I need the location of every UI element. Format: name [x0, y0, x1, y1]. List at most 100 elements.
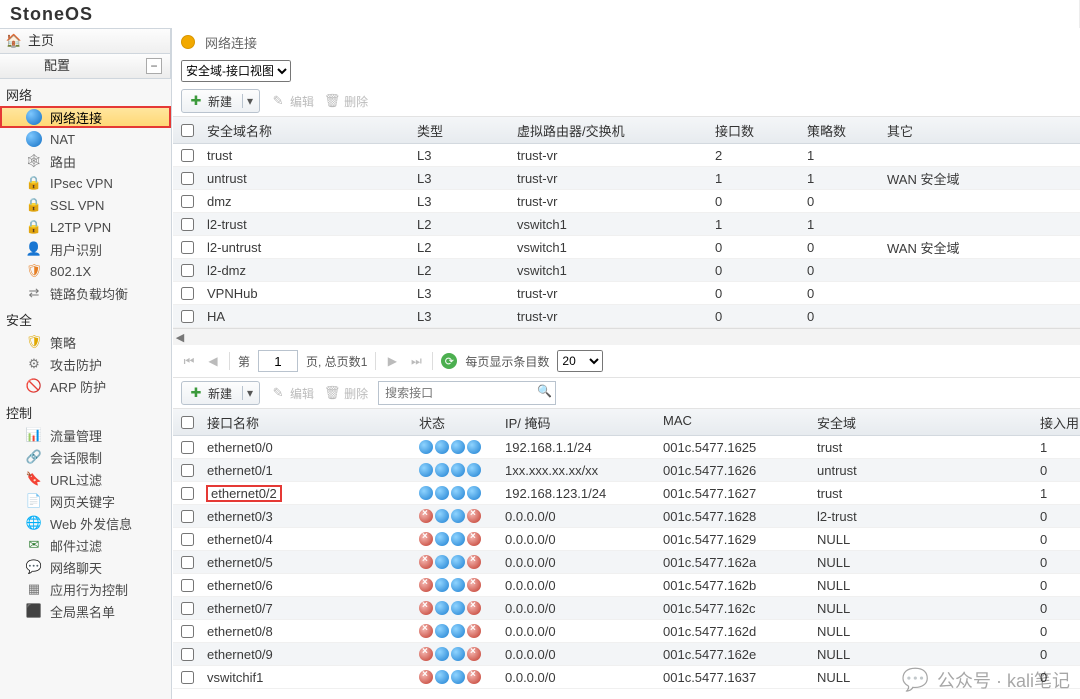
col-state[interactable]: 状态	[413, 409, 499, 435]
sidebar-item-nat[interactable]: NAT	[0, 128, 171, 150]
table-row[interactable]: ethernet0/50.0.0.0/0001c.5477.162aNULL0	[173, 551, 1080, 574]
table-row[interactable]: ethernet0/40.0.0.0/0001c.5477.1629NULL0	[173, 528, 1080, 551]
page-first-icon[interactable]: ⏮	[181, 353, 197, 369]
cell-ip: 0.0.0.0/0	[499, 620, 657, 643]
row-checkbox[interactable]	[181, 533, 194, 546]
search-input[interactable]	[378, 381, 556, 405]
sidebar-item-webout[interactable]: 🌐Web 外发信息	[0, 512, 171, 534]
page-last-icon[interactable]: ⏭	[408, 353, 424, 369]
row-checkbox[interactable]	[181, 671, 194, 684]
col-policy-count[interactable]: 策略数	[801, 117, 881, 143]
col-zone-name[interactable]: 安全域名称	[201, 117, 411, 143]
table-row[interactable]: dmzL3trust-vr00	[173, 190, 1080, 213]
sidebar-item-sslvpn[interactable]: 🔒SSL VPN	[0, 194, 171, 216]
row-checkbox[interactable]	[181, 172, 194, 185]
col-access[interactable]: 接入用	[1034, 409, 1080, 435]
sidebar-home[interactable]: 🏠 主页	[0, 28, 171, 54]
edit-button-2[interactable]: ✎ 编辑	[270, 385, 314, 402]
dropdown-caret-icon[interactable]: ▾	[242, 386, 257, 400]
page-input[interactable]	[258, 350, 298, 372]
col-other[interactable]: 其它	[881, 117, 1080, 143]
table-row[interactable]: HAL3trust-vr00	[173, 305, 1080, 328]
row-checkbox[interactable]	[181, 241, 194, 254]
page-prev-icon[interactable]: ◀	[205, 353, 221, 369]
row-checkbox[interactable]	[181, 287, 194, 300]
table-row[interactable]: vswitchif10.0.0.0/0001c.5477.1637NULL0	[173, 666, 1080, 689]
row-checkbox[interactable]	[181, 464, 194, 477]
new-button[interactable]: ✚ 新建 ▾	[181, 89, 260, 113]
sidebar-item-webkey[interactable]: 📄网页关键字	[0, 490, 171, 512]
col-if-count[interactable]: 接口数	[709, 117, 801, 143]
status-icon	[467, 578, 481, 592]
sidebar-item-ipsec[interactable]: 🔒IPsec VPN	[0, 172, 171, 194]
col-ip[interactable]: IP/ 掩码	[499, 409, 657, 435]
status-icons	[419, 647, 493, 661]
select-all-checkbox-2[interactable]	[181, 416, 194, 429]
sidebar-item-route[interactable]: 🕸路由	[0, 150, 171, 172]
sidebar-item-appctl[interactable]: ▦应用行为控制	[0, 578, 171, 600]
row-checkbox[interactable]	[181, 625, 194, 638]
row-checkbox[interactable]	[181, 310, 194, 323]
row-checkbox[interactable]	[181, 149, 194, 162]
row-checkbox[interactable]	[181, 602, 194, 615]
sidebar-item-net-conn[interactable]: 网络连接	[0, 106, 171, 128]
select-all-checkbox[interactable]	[181, 124, 194, 137]
table-row[interactable]: ethernet0/30.0.0.0/0001c.5477.1628l2-tru…	[173, 505, 1080, 528]
table-row[interactable]: ethernet0/80.0.0.0/0001c.5477.162dNULL0	[173, 620, 1080, 643]
row-checkbox[interactable]	[181, 264, 194, 277]
sidebar-item-mail[interactable]: ✉邮件过滤	[0, 534, 171, 556]
scroll-left-icon[interactable]: ◀	[173, 331, 187, 344]
col-type[interactable]: 类型	[411, 117, 511, 143]
col-if-name[interactable]: 接口名称	[201, 409, 413, 435]
col-vrouter[interactable]: 虚拟路由器/交换机	[511, 117, 709, 143]
delete-button[interactable]: 🗑 删除	[324, 93, 368, 110]
search-icon[interactable]: 🔍	[537, 384, 552, 398]
sidebar-configure[interactable]: 配置 −	[0, 54, 171, 79]
col-mac[interactable]: MAC	[657, 409, 811, 435]
sidebar-item-arp[interactable]: 🚫ARP 防护	[0, 375, 171, 397]
sidebar-item-blk[interactable]: ⬛全局黑名单	[0, 600, 171, 622]
sidebar-item-traffic[interactable]: 📊流量管理	[0, 424, 171, 446]
row-checkbox[interactable]	[181, 556, 194, 569]
sidebar-item-chat[interactable]: 💬网络聊天	[0, 556, 171, 578]
row-checkbox[interactable]	[181, 487, 194, 500]
collapse-icon[interactable]: −	[146, 58, 162, 74]
sidebar-item-llb[interactable]: ⇄链路负载均衡	[0, 282, 171, 304]
row-checkbox[interactable]	[181, 441, 194, 454]
row-checkbox[interactable]	[181, 195, 194, 208]
status-icon	[467, 532, 481, 546]
zone-scrollbar[interactable]: ◀	[173, 328, 1080, 345]
view-select[interactable]: 安全域-接口视图	[181, 60, 291, 82]
table-row[interactable]: ethernet0/11xx.xxx.xx.xx/xx001c.5477.162…	[173, 459, 1080, 482]
sidebar-item-session[interactable]: 🔗会话限制	[0, 446, 171, 468]
table-row[interactable]: l2-untrustL2vswitch100WAN 安全域	[173, 236, 1080, 259]
table-row[interactable]: untrustL3trust-vr11WAN 安全域	[173, 167, 1080, 190]
sidebar-item-l2tp[interactable]: 🔒L2TP VPN	[0, 216, 171, 238]
dropdown-caret-icon[interactable]: ▾	[242, 94, 257, 108]
table-row[interactable]: VPNHubL3trust-vr00	[173, 282, 1080, 305]
row-checkbox[interactable]	[181, 648, 194, 661]
table-row[interactable]: l2-dmzL2vswitch100	[173, 259, 1080, 282]
row-checkbox[interactable]	[181, 218, 194, 231]
col-zone[interactable]: 安全域	[811, 409, 1034, 435]
table-row[interactable]: ethernet0/60.0.0.0/0001c.5477.162bNULL0	[173, 574, 1080, 597]
row-checkbox[interactable]	[181, 510, 194, 523]
row-checkbox[interactable]	[181, 579, 194, 592]
table-row[interactable]: ethernet0/70.0.0.0/0001c.5477.162cNULL0	[173, 597, 1080, 620]
refresh-icon[interactable]: ⟳	[441, 353, 457, 369]
perpage-select[interactable]: 20	[557, 350, 603, 372]
edit-button[interactable]: ✎ 编辑	[270, 93, 314, 110]
page-next-icon[interactable]: ▶	[384, 353, 400, 369]
delete-button-2[interactable]: 🗑 删除	[324, 385, 368, 402]
new-button-2[interactable]: ✚ 新建 ▾	[181, 381, 260, 405]
table-row[interactable]: ethernet0/0192.168.1.1/24001c.5477.1625t…	[173, 436, 1080, 459]
sidebar-item-userid[interactable]: 👤用户识别	[0, 238, 171, 260]
pager-total: 1	[361, 355, 368, 369]
table-row[interactable]: ethernet0/2192.168.123.1/24001c.5477.162…	[173, 482, 1080, 505]
sidebar-item-attack[interactable]: ⚙攻击防护	[0, 353, 171, 375]
table-row[interactable]: ethernet0/90.0.0.0/0001c.5477.162eNULL0	[173, 643, 1080, 666]
sidebar-item-policy[interactable]: 🛡策略	[0, 331, 171, 353]
status-icon	[451, 578, 465, 592]
sidebar-item-urlf[interactable]: 🔖URL过滤	[0, 468, 171, 490]
sidebar-item-dot1x[interactable]: 🛡802.1X	[0, 260, 171, 282]
